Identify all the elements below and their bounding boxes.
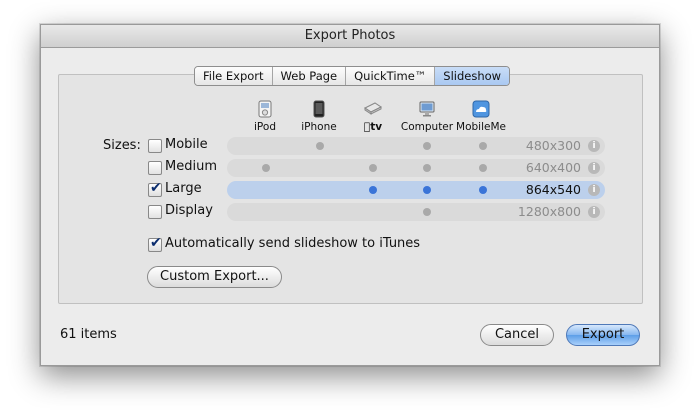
computer-dot — [423, 208, 431, 216]
mobileme-dot — [479, 164, 487, 172]
sizes-label: Sizes: — [103, 138, 141, 153]
iphone-dot — [316, 142, 324, 150]
large-label: Large — [165, 181, 202, 196]
info-icon[interactable]: i — [588, 140, 600, 152]
mobileme-dot — [479, 142, 487, 150]
mobileme-icon — [472, 100, 490, 118]
computer-icon — [419, 101, 435, 117]
size-row-large[interactable]: 864x540 i — [227, 181, 605, 199]
device-label: MobileMe — [456, 121, 506, 133]
size-row-mobile[interactable]: 480x300 i — [227, 137, 605, 155]
checkmark-icon: ✔ — [150, 235, 162, 251]
apple-tv-dot — [369, 164, 377, 172]
info-icon[interactable]: i — [588, 206, 600, 218]
device-mobileme: MobileMe — [453, 100, 509, 133]
device-label: iPhone — [301, 121, 337, 133]
cancel-button[interactable]: Cancel — [480, 324, 554, 346]
computer-dot — [423, 186, 431, 194]
export-button[interactable]: Export — [566, 324, 640, 346]
checkmark-icon: ✔ — [150, 180, 162, 196]
tab-slideshow[interactable]: Slideshow — [435, 67, 510, 85]
export-photos-dialog: Export Photos File Export Web Page Quick… — [40, 24, 660, 366]
device-label: tv — [364, 121, 382, 133]
window-title: Export Photos — [41, 25, 659, 48]
large-checkbox[interactable]: ✔ — [148, 180, 162, 197]
display-checkbox[interactable] — [148, 205, 162, 219]
ipod-dot — [262, 164, 270, 172]
device-apple-tv: tv — [345, 100, 401, 133]
ipod-icon — [258, 100, 272, 118]
device-label: Computer — [400, 121, 454, 133]
size-row-medium[interactable]: 640x400 i — [227, 159, 605, 177]
size-dimensions: 864x540 — [525, 182, 581, 197]
device-computer: Computer — [399, 100, 455, 133]
medium-label: Medium — [165, 159, 217, 174]
mobileme-dot — [479, 186, 487, 194]
info-icon[interactable]: i — [588, 184, 600, 196]
size-dimensions: 1280x800 — [517, 204, 581, 219]
device-label: iPod — [254, 121, 276, 133]
computer-dot — [423, 142, 431, 150]
auto-send-label: Automatically send slideshow to iTunes — [165, 236, 421, 251]
mobile-checkbox[interactable] — [148, 139, 162, 153]
device-ipod: iPod — [237, 100, 293, 133]
iphone-icon — [313, 100, 325, 118]
mobile-label: Mobile — [165, 137, 208, 152]
info-icon[interactable]: i — [588, 162, 600, 174]
device-iphone: iPhone — [291, 100, 347, 133]
size-dimensions: 480x300 — [525, 138, 581, 153]
tab-web-page[interactable]: Web Page — [272, 67, 347, 85]
tab-bar: File Export Web Page QuickTime™ Slidesho… — [194, 66, 511, 86]
computer-dot — [423, 164, 431, 172]
display-label: Display — [165, 203, 213, 218]
size-row-display[interactable]: 1280x800 i — [227, 203, 605, 221]
tab-file-export[interactable]: File Export — [195, 67, 273, 85]
custom-export-button[interactable]: Custom Export... — [147, 266, 282, 288]
apple-tv-icon — [364, 102, 382, 115]
medium-checkbox[interactable] — [148, 161, 162, 175]
size-dimensions: 640x400 — [525, 160, 581, 175]
tab-quicktime[interactable]: QuickTime™ — [346, 67, 436, 85]
auto-send-checkbox[interactable]: ✔ — [148, 235, 162, 252]
items-count: 61 items — [60, 327, 117, 342]
apple-tv-dot — [369, 186, 377, 194]
